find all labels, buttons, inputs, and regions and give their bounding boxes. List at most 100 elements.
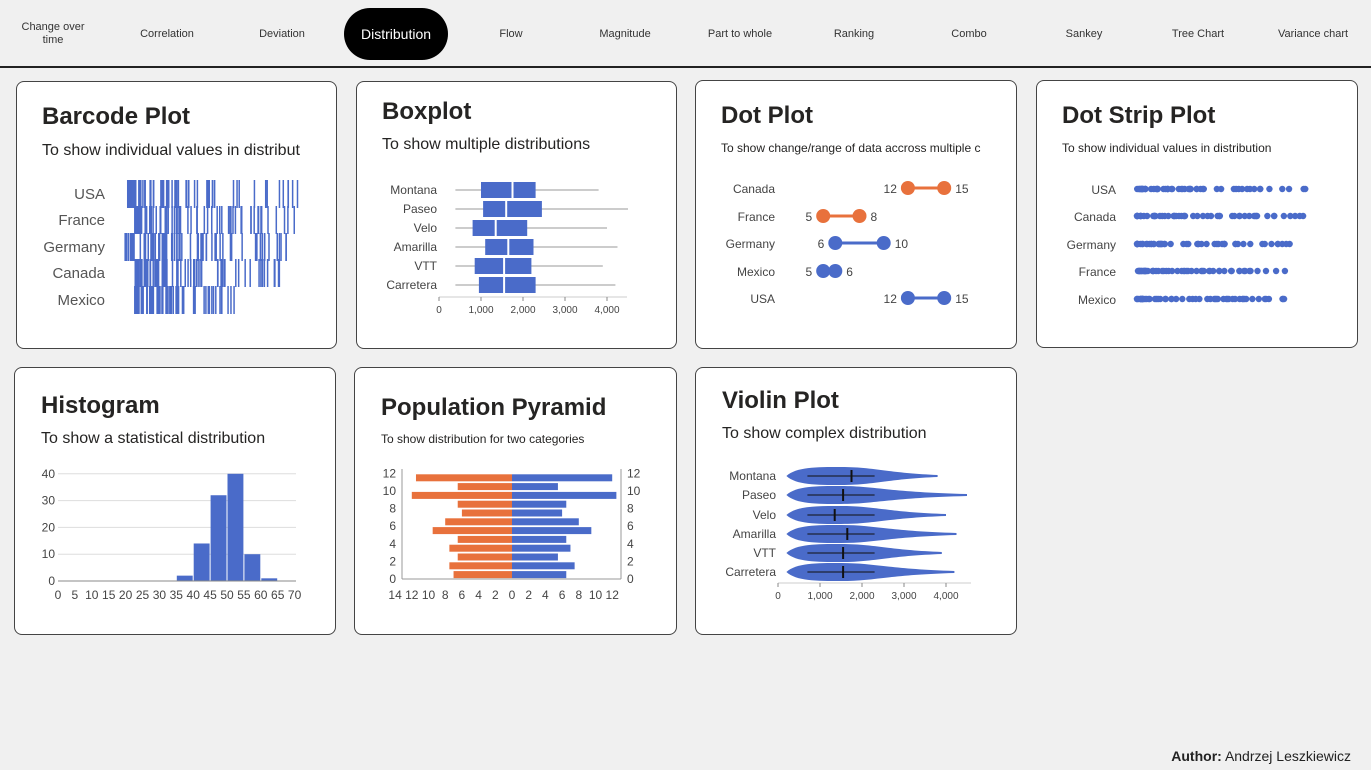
boxplot-box bbox=[485, 239, 534, 255]
dot-end bbox=[876, 236, 891, 250]
strip-dot bbox=[1144, 267, 1152, 275]
hist-y-label: 40 bbox=[42, 467, 56, 481]
boxplot-label: Amarilla bbox=[394, 240, 438, 254]
pyr-bar-left bbox=[457, 500, 512, 508]
nav-tab-part-to-whole[interactable]: Part to whole bbox=[685, 8, 795, 60]
dot-start bbox=[828, 236, 843, 250]
strip-dot bbox=[1146, 240, 1153, 248]
boxplot-chart: Montana Paseo Velo Amarilla VTT Carretera 0 1,0… bbox=[386, 182, 628, 316]
barcode-label: Germany bbox=[43, 239, 105, 256]
strip-dot bbox=[1162, 185, 1169, 193]
pyr-y-label-left: 6 bbox=[389, 519, 396, 533]
nav-tab-combo[interactable]: Combo bbox=[914, 8, 1024, 60]
strip-dot bbox=[1168, 295, 1175, 303]
strip-dot bbox=[1300, 185, 1307, 193]
hist-x-label: 70 bbox=[288, 588, 302, 602]
pyr-y-label-left: 4 bbox=[389, 537, 396, 551]
strip-dot bbox=[1172, 212, 1180, 220]
hist-x-label: 0 bbox=[55, 588, 62, 602]
card-population-pyramid[interactable]: Population Pyramid To show distribution … bbox=[354, 367, 677, 635]
boxplot-tick-label: 2,000 bbox=[510, 305, 535, 316]
pyr-y-label-right: 12 bbox=[627, 466, 641, 480]
barcode-label: Canada bbox=[52, 265, 105, 282]
dot-label: USA bbox=[750, 292, 775, 306]
strip-dot bbox=[1266, 185, 1273, 193]
strip-dot bbox=[1143, 295, 1150, 303]
pyr-bar-right bbox=[512, 483, 558, 491]
hist-x-label: 30 bbox=[153, 588, 167, 602]
hist-bar bbox=[244, 554, 261, 581]
strip-dot bbox=[1147, 185, 1155, 193]
nav-tab-distribution[interactable]: Distribution bbox=[344, 8, 448, 60]
strip-dot bbox=[1207, 212, 1215, 220]
strip-dot bbox=[1136, 185, 1143, 193]
barcode-chart: USA France Germany Canada Mexico bbox=[43, 180, 299, 314]
strip-dot bbox=[1232, 240, 1239, 248]
pyr-bar-left bbox=[449, 544, 512, 552]
strip-label: France bbox=[1079, 265, 1117, 279]
pyr-bar-left bbox=[457, 553, 512, 561]
strip-dot bbox=[1179, 295, 1186, 303]
dot-label: Mexico bbox=[737, 265, 775, 279]
pyr-y-label-left: 10 bbox=[383, 484, 397, 498]
pyr-y-label-right: 2 bbox=[627, 554, 634, 568]
nav-tab-deviation[interactable]: Deviation bbox=[227, 8, 337, 60]
hist-bar bbox=[210, 495, 227, 581]
nav-tab-sankey[interactable]: Sankey bbox=[1029, 8, 1139, 60]
hist-x-label: 35 bbox=[170, 588, 184, 602]
pyr-x-label: 8 bbox=[442, 588, 449, 602]
pyr-x-label: 2 bbox=[525, 588, 532, 602]
strip-dot bbox=[1169, 185, 1176, 193]
strip-dot bbox=[1261, 240, 1268, 248]
pyr-y-label-left: 0 bbox=[389, 572, 396, 586]
pyr-y-label-right: 0 bbox=[627, 572, 634, 586]
strip-dot bbox=[1186, 295, 1193, 303]
strip-label: Germany bbox=[1067, 238, 1116, 252]
strip-dot bbox=[1185, 240, 1192, 248]
strip-label: USA bbox=[1091, 183, 1116, 197]
strip-dot bbox=[1151, 212, 1158, 220]
pyr-bar-right bbox=[512, 474, 613, 482]
hist-x-label: 40 bbox=[187, 588, 201, 602]
nav-tab-tree-chart[interactable]: Tree Chart bbox=[1143, 8, 1253, 60]
card-dot-plot[interactable]: Dot Plot To show change/range of data ac… bbox=[695, 80, 1017, 349]
boxplot-label: Paseo bbox=[403, 202, 437, 216]
card-barcode-plot[interactable]: Barcode Plot To show individual values i… bbox=[16, 81, 337, 349]
nav-tab-correlation[interactable]: Correlation bbox=[112, 8, 222, 60]
pyr-x-label: 4 bbox=[542, 588, 549, 602]
violin-label: VTT bbox=[753, 546, 776, 560]
card-histogram[interactable]: Histogram To show a statistical distribu… bbox=[14, 367, 336, 635]
nav-tab-ranking[interactable]: Ranking bbox=[799, 8, 909, 60]
strip-dot bbox=[1285, 185, 1293, 193]
strip-dot bbox=[1264, 212, 1271, 220]
strip-dot bbox=[1262, 267, 1270, 275]
hist-x-label: 65 bbox=[271, 588, 285, 602]
strip-dot bbox=[1255, 295, 1263, 303]
card-violin-plot[interactable]: Violin Plot To show complex distribution… bbox=[695, 367, 1017, 635]
hist-y-label: 20 bbox=[42, 520, 56, 534]
pyr-y-label-left: 12 bbox=[383, 466, 397, 480]
card-boxplot[interactable]: Boxplot To show multiple distributions M… bbox=[356, 81, 677, 349]
pyr-x-label: 12 bbox=[405, 588, 419, 602]
dot-label: France bbox=[738, 210, 776, 224]
strip-dot bbox=[1140, 212, 1148, 220]
dot-value-end: 15 bbox=[955, 182, 969, 196]
strip-dot bbox=[1243, 185, 1251, 193]
boxplot-label: VTT bbox=[414, 259, 437, 273]
strip-dot bbox=[1279, 185, 1286, 193]
dot-start bbox=[816, 264, 831, 278]
histogram-chart: 0102030400 5 10 15 20 25 30 35 40 45 50 55 60 65 70 bbox=[42, 467, 302, 602]
boxplot-box bbox=[481, 182, 536, 198]
hist-x-label: 15 bbox=[102, 588, 116, 602]
nav-tab-flow[interactable]: Flow bbox=[456, 8, 566, 60]
nav-tab-change-over-time[interactable]: Change over time bbox=[13, 8, 93, 60]
nav-tab-variance-chart[interactable]: Variance chart bbox=[1258, 8, 1368, 60]
boxplot-box bbox=[474, 258, 532, 274]
pyr-bar-left bbox=[432, 527, 512, 535]
nav-tab-magnitude[interactable]: Magnitude bbox=[570, 8, 680, 60]
strip-dot bbox=[1193, 185, 1200, 193]
pyr-y-label-right: 10 bbox=[627, 484, 641, 498]
violin-tick-label: 4,000 bbox=[933, 591, 958, 602]
strip-label: Mexico bbox=[1078, 293, 1116, 307]
card-dot-strip-plot[interactable]: Dot Strip Plot To show individual values… bbox=[1036, 80, 1358, 348]
